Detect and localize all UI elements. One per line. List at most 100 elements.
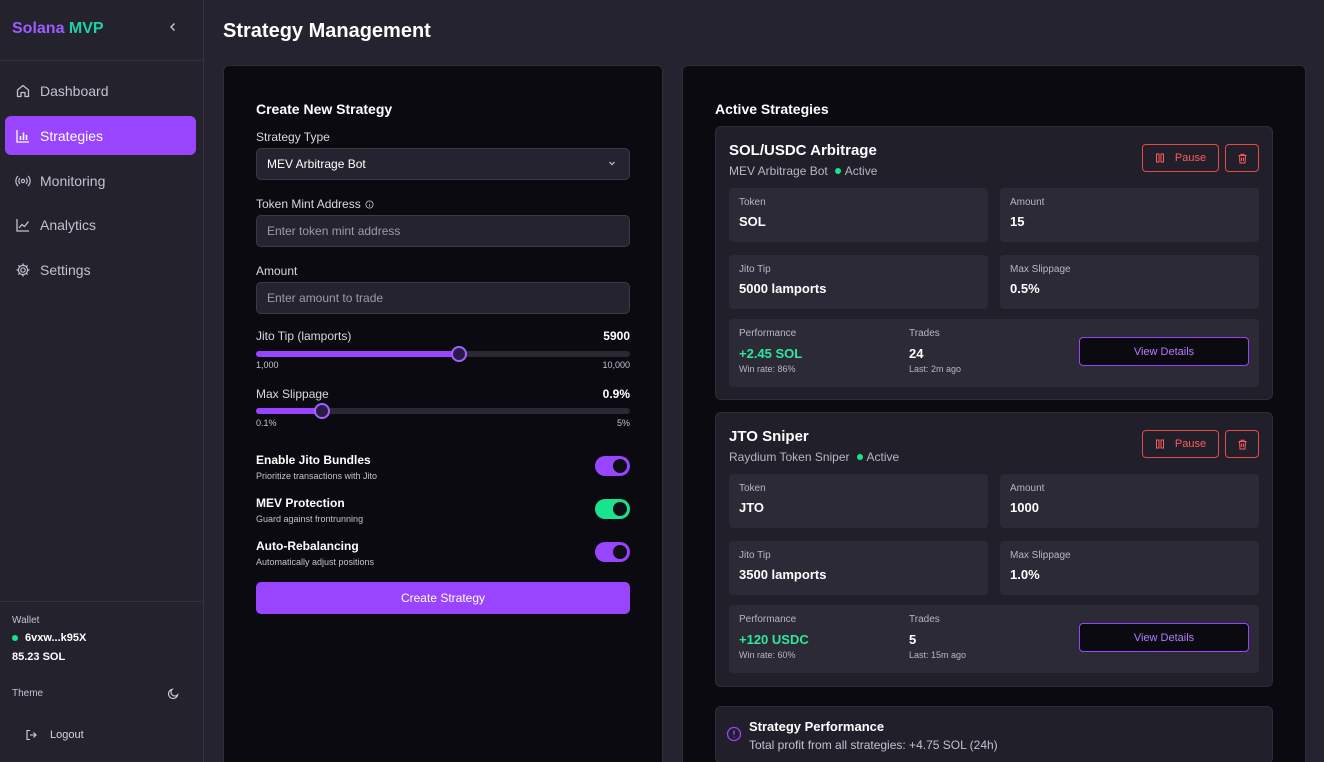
logout-icon bbox=[26, 729, 37, 741]
sidebar-divider bbox=[0, 601, 203, 602]
slider-fill bbox=[256, 351, 460, 357]
sidebar: Solana MVP Dashboard Strategies Monitori… bbox=[0, 0, 204, 762]
create-strategy-button[interactable]: Create Strategy bbox=[256, 582, 630, 614]
auto-rebalancing-title: Auto-Rebalancing bbox=[256, 539, 359, 553]
wallet-address: 6vxw...k95X bbox=[12, 632, 86, 644]
amount-stat: Amount 15 bbox=[1000, 188, 1259, 242]
jito-tip-value: 5900 bbox=[603, 329, 630, 343]
view-details-button[interactable]: View Details bbox=[1079, 337, 1249, 366]
collapse-sidebar-button[interactable] bbox=[168, 20, 178, 35]
logout-label: Logout bbox=[50, 729, 84, 741]
stat-value: 1.0% bbox=[1010, 567, 1040, 582]
jito-tip-slider[interactable] bbox=[256, 346, 630, 362]
token-mint-input[interactable]: Enter token mint address bbox=[256, 215, 630, 247]
page-title: Strategy Management bbox=[223, 20, 431, 42]
jito-tip-stat: Jito Tip 3500 lamports bbox=[729, 541, 988, 595]
win-rate: Win rate: 60% bbox=[739, 650, 796, 660]
pause-button[interactable]: Pause bbox=[1142, 430, 1219, 458]
pause-icon bbox=[1155, 439, 1164, 449]
max-slippage-stat: Max Slippage 1.0% bbox=[1000, 541, 1259, 595]
jito-bundles-desc: Prioritize transactions with Jito bbox=[256, 471, 378, 481]
pause-button[interactable]: Pause bbox=[1142, 144, 1219, 172]
slider-thumb[interactable] bbox=[313, 403, 330, 419]
sidebar-item-label: Monitoring bbox=[40, 172, 106, 189]
trades-value: 5 bbox=[909, 632, 917, 647]
performance-label: Performance bbox=[739, 614, 797, 625]
wallet-address-text: 6vxw...k95X bbox=[25, 632, 87, 644]
strategy-status: Active bbox=[866, 450, 900, 464]
moon-icon[interactable] bbox=[167, 687, 180, 700]
jito-bundles-toggle[interactable] bbox=[595, 456, 630, 476]
wallet-balance: 85.23 SOL bbox=[12, 651, 66, 663]
pause-icon bbox=[1155, 153, 1164, 163]
delete-button[interactable] bbox=[1225, 430, 1259, 458]
stat-label: Amount bbox=[1010, 197, 1045, 208]
jito-tip-stat: Jito Tip 5000 lamports bbox=[729, 255, 988, 309]
sidebar-item-analytics[interactable]: Analytics bbox=[5, 205, 196, 244]
stat-value: 15 bbox=[1010, 214, 1025, 229]
strategy-card: JTO Sniper Raydium Token Sniper Active P… bbox=[715, 412, 1273, 687]
trash-icon bbox=[1238, 153, 1246, 163]
theme-label: Theme bbox=[12, 688, 44, 699]
jito-tip-min: 1,000 bbox=[256, 360, 279, 370]
info-icon bbox=[726, 726, 742, 742]
amount-placeholder: Enter amount to trade bbox=[267, 291, 384, 305]
sidebar-item-dashboard[interactable]: Dashboard bbox=[5, 71, 196, 110]
sidebar-item-settings[interactable]: Settings bbox=[5, 250, 196, 289]
performance-box: Performance +2.45 SOL Win rate: 86% Trad… bbox=[729, 319, 1259, 387]
jito-tip-label: Jito Tip (lamports) bbox=[256, 329, 352, 343]
strategy-performance-summary: Strategy Performance Total profit from a… bbox=[715, 706, 1273, 762]
win-rate: Win rate: 86% bbox=[739, 364, 796, 374]
mev-protection-toggle[interactable] bbox=[595, 499, 630, 519]
stat-value: 3500 lamports bbox=[739, 567, 827, 582]
sidebar-item-monitoring[interactable]: Monitoring bbox=[5, 161, 196, 200]
status-dot bbox=[834, 168, 841, 174]
sidebar-item-strategies[interactable]: Strategies bbox=[5, 116, 196, 155]
strategy-card: SOL/USDC Arbitrage MEV Arbitrage Bot Act… bbox=[715, 126, 1273, 400]
strategy-name: JTO Sniper bbox=[729, 428, 809, 445]
gear-icon bbox=[16, 263, 30, 276]
slider-thumb[interactable] bbox=[451, 346, 468, 362]
create-strategy-panel: Create New Strategy Strategy Type MEV Ar… bbox=[223, 65, 663, 762]
strategy-type-select[interactable]: MEV Arbitrage Bot bbox=[256, 148, 630, 180]
chevron-left-icon bbox=[170, 23, 175, 31]
radio-waves-icon bbox=[15, 175, 31, 186]
summary-text: Total profit from all strategies: +4.75 … bbox=[749, 738, 998, 752]
amount-input[interactable]: Enter amount to trade bbox=[256, 282, 630, 314]
bar-chart-icon bbox=[16, 129, 29, 143]
token-stat: Token JTO bbox=[729, 474, 988, 528]
max-slippage-value: 0.9% bbox=[602, 387, 630, 401]
strategy-subtitle: Raydium Token Sniper Active bbox=[729, 450, 899, 464]
trades-value: 24 bbox=[909, 346, 924, 361]
stat-value: 0.5% bbox=[1010, 281, 1040, 296]
trash-icon bbox=[1238, 439, 1246, 449]
view-details-button[interactable]: View Details bbox=[1079, 623, 1249, 652]
strategy-type: Raydium Token Sniper bbox=[729, 450, 850, 464]
max-slippage-max: 5% bbox=[616, 418, 630, 428]
stat-label: Max Slippage bbox=[1010, 264, 1071, 275]
strategy-status: Active bbox=[844, 164, 878, 178]
stat-label: Jito Tip bbox=[739, 550, 771, 561]
stat-value: 5000 lamports bbox=[739, 281, 827, 296]
jito-bundles-title: Enable Jito Bundles bbox=[256, 453, 371, 467]
max-slippage-slider[interactable] bbox=[256, 403, 630, 419]
stat-label: Jito Tip bbox=[739, 264, 771, 275]
toggle-knob bbox=[613, 459, 627, 473]
amount-label: Amount bbox=[256, 264, 298, 278]
delete-button[interactable] bbox=[1225, 144, 1259, 172]
connected-indicator bbox=[12, 635, 18, 641]
brand-logo[interactable]: Solana MVP bbox=[12, 20, 104, 38]
sidebar-item-label: Dashboard bbox=[40, 82, 109, 99]
last-trade: Last: 15m ago bbox=[909, 650, 967, 660]
mev-protection-title: MEV Protection bbox=[256, 496, 345, 510]
max-slippage-label: Max Slippage bbox=[256, 387, 329, 401]
last-trade: Last: 2m ago bbox=[909, 364, 962, 374]
logout-button[interactable]: Logout bbox=[25, 729, 84, 741]
stat-value: JTO bbox=[739, 500, 765, 515]
stat-value: 1000 bbox=[1010, 500, 1039, 515]
auto-rebalancing-toggle[interactable] bbox=[595, 542, 630, 562]
pause-label: Pause bbox=[1174, 438, 1207, 450]
stat-label: Token bbox=[739, 197, 766, 208]
token-mint-label: Token Mint Address bbox=[256, 197, 374, 211]
info-icon[interactable] bbox=[365, 200, 374, 209]
